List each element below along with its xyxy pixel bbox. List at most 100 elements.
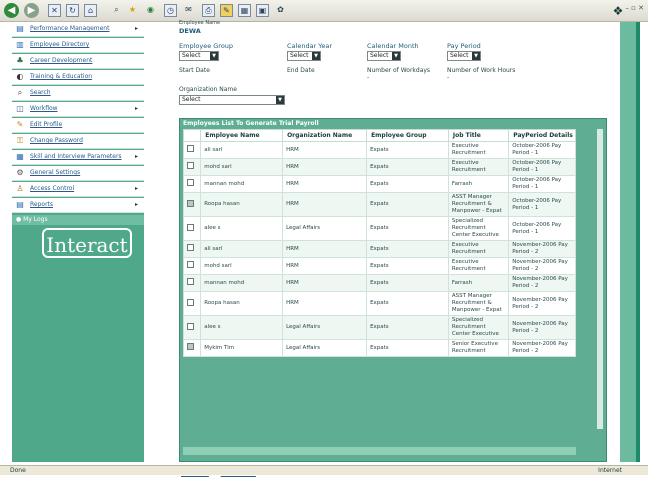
row-checkbox[interactable]	[187, 278, 194, 285]
home-icon[interactable]: ⌂	[84, 4, 97, 17]
stop-icon[interactable]: ✕	[48, 4, 61, 17]
row-checkbox[interactable]	[187, 261, 194, 268]
page-scrollbar[interactable]	[620, 22, 640, 462]
grid-title: Employees List To Generate Trial Payroll	[183, 120, 319, 127]
scrollbar-thumb[interactable]	[636, 22, 640, 462]
cell-org: HRM	[282, 192, 368, 217]
start-date-label: Start Date	[179, 67, 210, 74]
chevron-down-icon: ▼	[392, 52, 400, 60]
discuss-icon[interactable]: ▦	[238, 4, 251, 17]
row-checkbox-cell	[182, 339, 202, 357]
my-logs-link[interactable]: ● My Logs	[12, 215, 144, 225]
sidebar-item-edit-profile[interactable]: ✎ Edit Profile	[12, 118, 144, 133]
row-checkbox-cell	[182, 315, 202, 340]
row-checkbox-cell	[182, 216, 202, 241]
status-bar: Done Internet	[0, 465, 648, 475]
cell-group: Expats	[366, 240, 449, 258]
print-icon[interactable]: ⎙	[202, 4, 215, 17]
employees-grid: Employees List To Generate Trial Payroll…	[179, 118, 607, 462]
end-date-label: End Date	[287, 67, 315, 74]
sidebar-item-general-settings[interactable]: ⚙ General Settings	[12, 166, 144, 181]
row-checkbox[interactable]	[187, 162, 194, 169]
sidebar-item-skill-params[interactable]: ▦ Skill and Interview Parameters ▸	[12, 150, 144, 165]
favorites-icon[interactable]: ★	[126, 4, 139, 17]
cell-job: Farrash	[447, 274, 510, 292]
cell-period: October-2006 Pay Period - 1	[508, 216, 576, 241]
cell-name: mohd sarl	[200, 257, 284, 275]
employee-group-label: Employee Group	[179, 42, 234, 50]
row-checkbox[interactable]	[187, 179, 194, 186]
horizontal-scrollbar[interactable]	[183, 447, 576, 455]
org-name-value: Select	[182, 96, 201, 103]
chevron-right-icon: ▸	[134, 105, 138, 112]
row-checkbox[interactable]	[187, 298, 194, 306]
chevron-down-icon: ▼	[276, 96, 284, 104]
work-hours-label: Number of Work Hours	[447, 67, 516, 74]
sidebar-item-workflow[interactable]: ◫ Workflow ▸	[12, 102, 144, 117]
cell-group: Expats	[366, 339, 449, 357]
cell-org: Legal Affairs	[282, 216, 368, 241]
column-header: Employee Group	[366, 129, 449, 142]
cell-group: Expats	[366, 141, 449, 159]
media-icon[interactable]: ◉	[144, 4, 157, 17]
sidebar-item-directory[interactable]: ▥ Employee Directory	[12, 38, 144, 53]
employee-group-select[interactable]: Select ▼	[179, 51, 219, 61]
research-icon[interactable]: ✿	[274, 4, 287, 17]
row-checkbox[interactable]	[187, 223, 194, 231]
sidebar-item-label: Performance Management	[30, 25, 110, 32]
messenger-icon[interactable]: ▣	[256, 4, 269, 17]
row-checkbox[interactable]	[187, 145, 194, 152]
sidebar-item-performance[interactable]: ▤ Performance Management ▸	[12, 22, 144, 37]
sidebar-item-reports[interactable]: ▤ Reports ▸	[12, 198, 144, 213]
sidebar-item-change-password[interactable]: ⚿ Change Password	[12, 134, 144, 149]
window-controls[interactable]: – ▫ ✕	[625, 4, 644, 12]
cell-job: Executive Recruitment	[447, 141, 510, 159]
org-name-label: Organization Name	[179, 86, 237, 93]
employees-table: Employee Name Organization Name Employee…	[182, 129, 576, 357]
row-checkbox[interactable]	[187, 199, 194, 207]
calendar-month-select[interactable]: Select ▼	[367, 51, 401, 61]
cell-org: HRM	[282, 291, 368, 316]
chevron-down-icon: ▼	[472, 52, 480, 60]
forward-icon[interactable]: ▶	[24, 3, 39, 18]
gear-icon: ⚙	[16, 168, 24, 177]
refresh-icon[interactable]: ↻	[66, 4, 79, 17]
search-icon[interactable]: ⌕	[110, 4, 123, 17]
sidebar-item-career[interactable]: ♣ Career Development	[12, 54, 144, 69]
history-icon[interactable]: ◷	[164, 4, 177, 17]
vertical-scrollbar[interactable]	[597, 129, 603, 429]
row-checkbox[interactable]	[187, 343, 194, 350]
cell-period: November-2006 Pay Period - 2	[508, 257, 576, 275]
pencil-icon: ✎	[16, 120, 24, 129]
table-row: ali sarl HRM Expats Executive Recruitment Oc…	[182, 141, 576, 159]
workdays-label: Number of Workdays	[367, 67, 431, 74]
sidebar-item-training[interactable]: ◐ Training & Education	[12, 70, 144, 85]
pay-period-select[interactable]: Select ▼	[447, 51, 481, 61]
row-checkbox-cell	[182, 291, 202, 316]
cell-org: HRM	[282, 175, 368, 193]
cell-job: ASST Manager Recruitment & Manpower - Ex…	[447, 291, 510, 316]
calendar-year-select[interactable]: Select ▼	[287, 51, 321, 61]
status-text: Done	[10, 467, 26, 474]
back-icon[interactable]: ◀	[4, 3, 19, 18]
row-checkbox[interactable]	[187, 322, 194, 330]
sidebar-item-label: Search	[30, 89, 51, 96]
sidebar-item-access-control[interactable]: ♙ Access Control ▸	[12, 182, 144, 197]
row-checkbox[interactable]	[187, 244, 194, 251]
cell-group: Expats	[366, 291, 449, 316]
sidebar-item-search[interactable]: ⌕ Search	[12, 86, 144, 101]
row-checkbox-cell	[182, 192, 202, 217]
cell-period: November-2006 Pay Period - 2	[508, 240, 576, 258]
edit-icon[interactable]: ✎	[220, 4, 233, 17]
table-row: mannan mohd HRM Expats Farrash October-2006 …	[182, 175, 576, 193]
sidebar-item-label: Career Development	[30, 57, 93, 64]
org-name-select[interactable]: Select ▼	[179, 95, 285, 105]
table-row: Roopa hasan HRM Expats ASST Manager Recruit…	[182, 192, 576, 217]
cell-org: HRM	[282, 158, 368, 176]
select-column-header	[182, 129, 202, 142]
calendar-month-value: Select	[370, 52, 389, 59]
mail-icon[interactable]: ✉	[182, 4, 195, 17]
book-icon: ▥	[16, 40, 24, 49]
cell-period: October-2006 Pay Period - 1	[508, 141, 576, 159]
list-icon: ▦	[16, 152, 24, 161]
